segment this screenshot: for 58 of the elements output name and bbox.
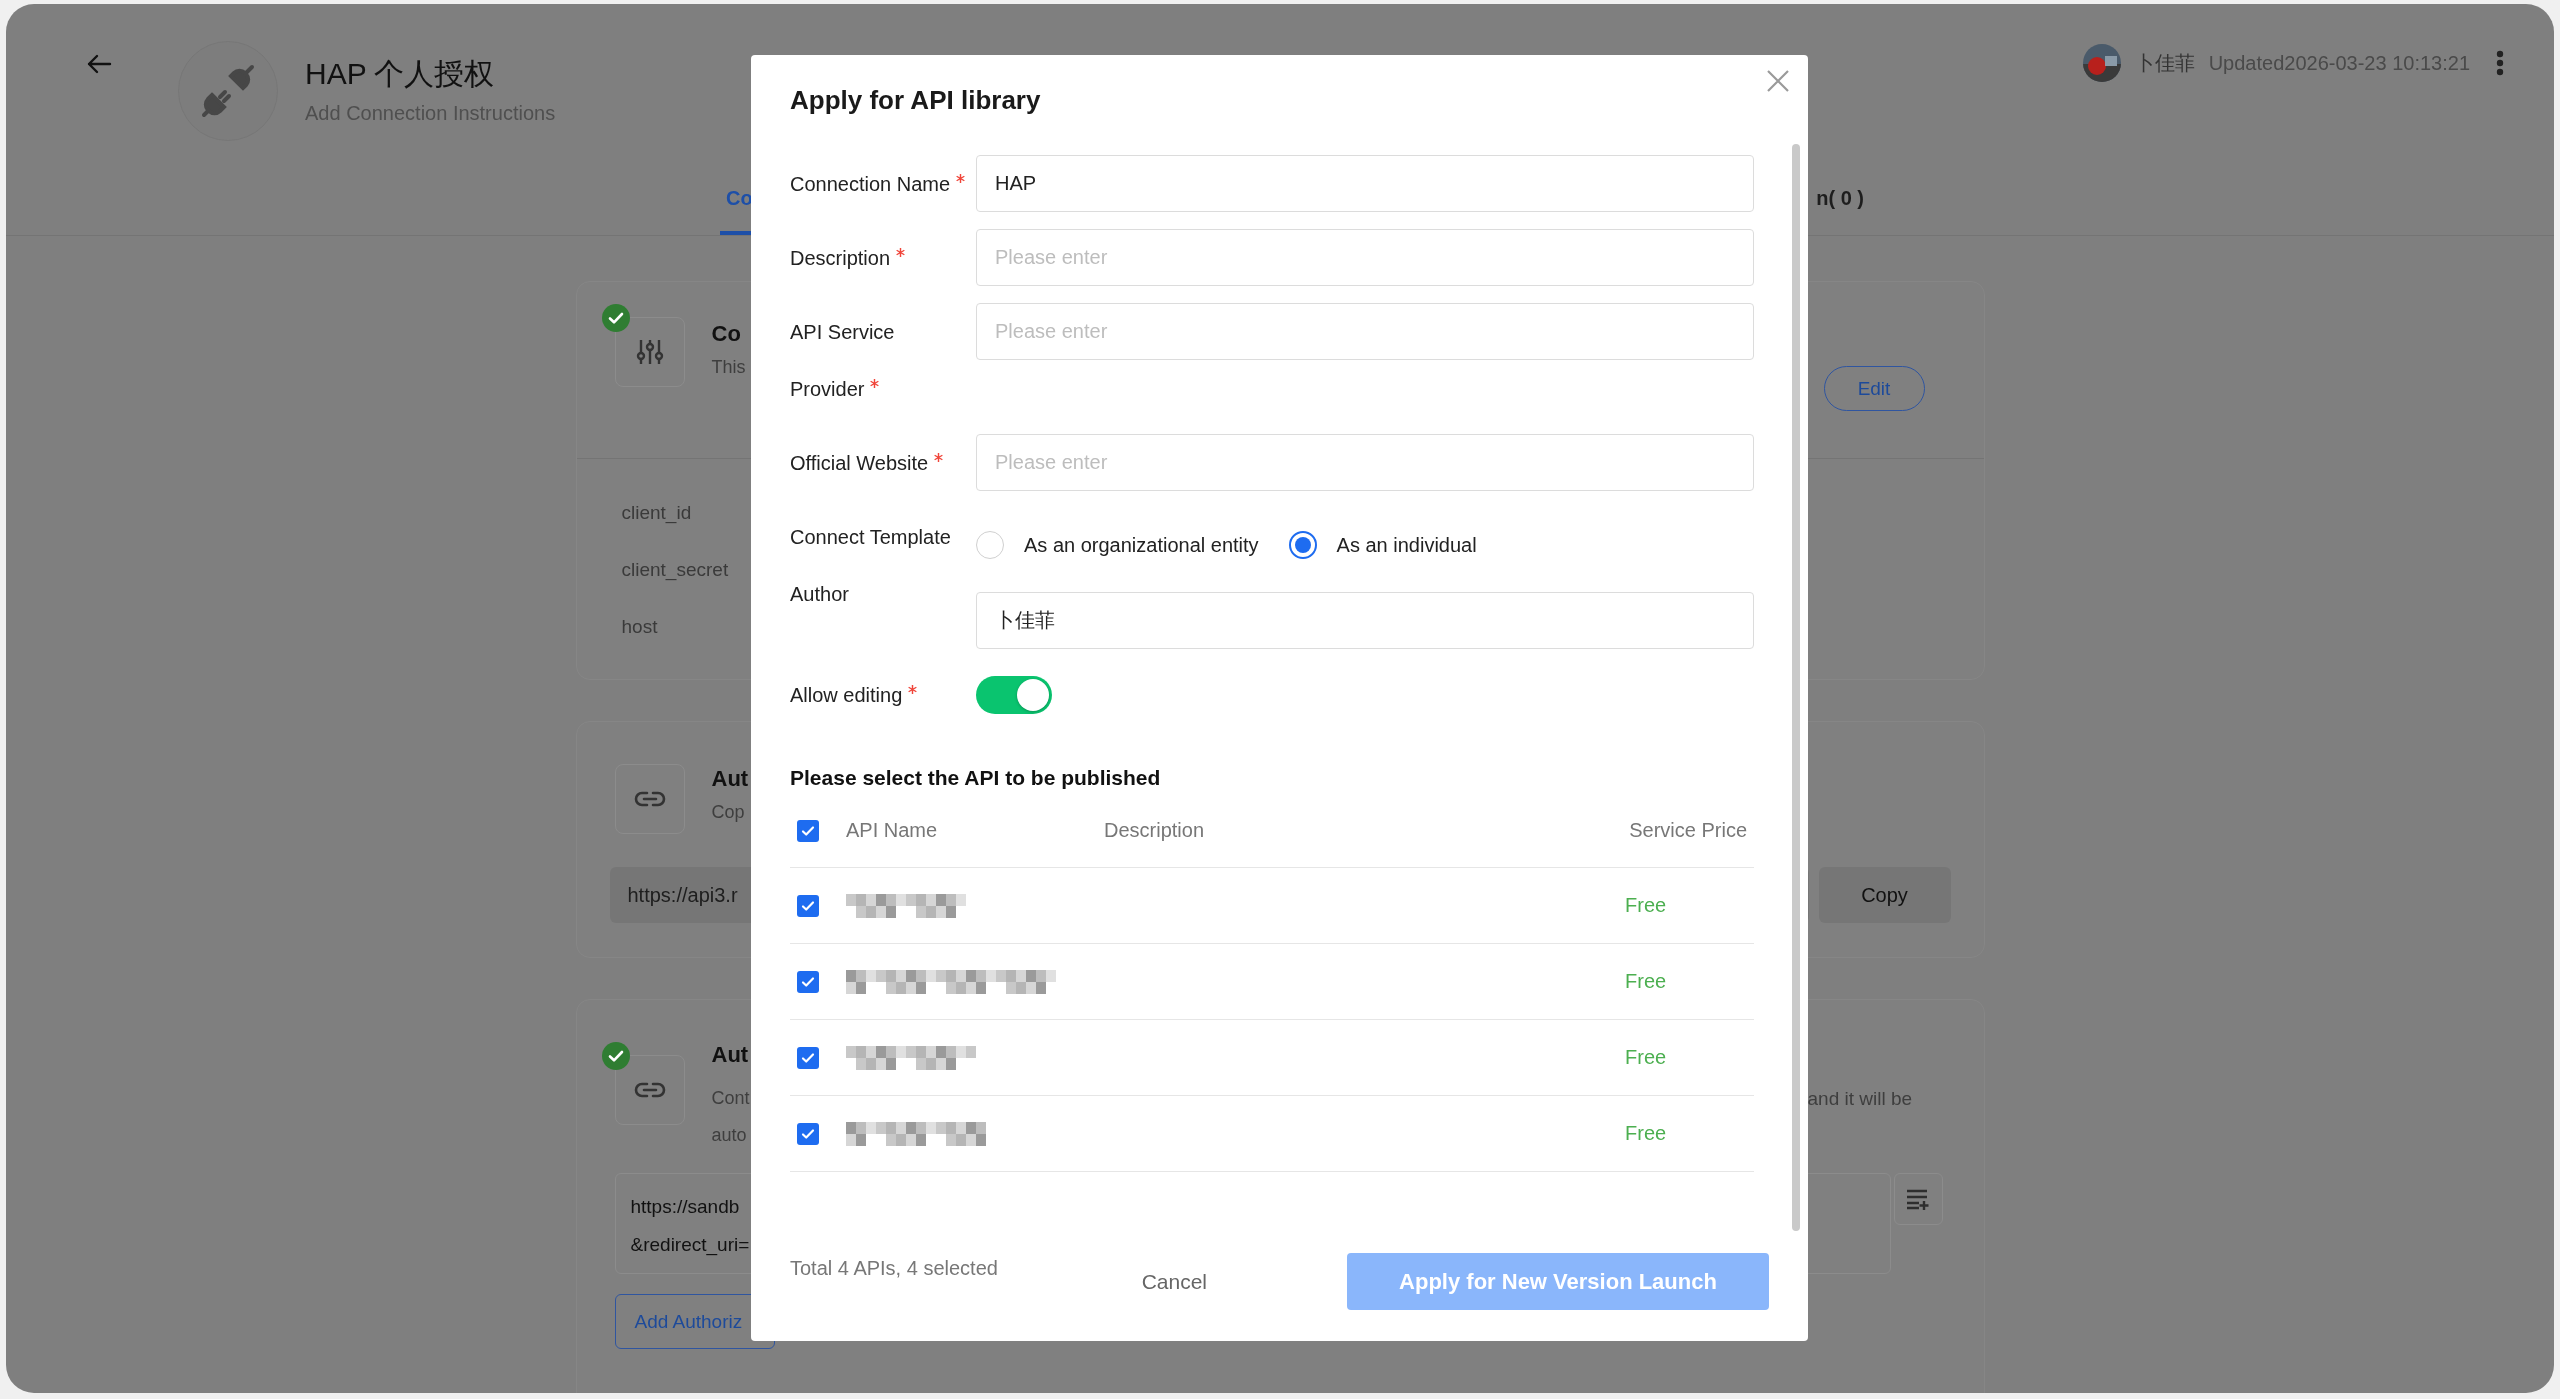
card-title: Co [711,320,741,348]
card-title: Aut [711,1041,749,1069]
card-description: Cont [711,1087,750,1110]
price-cell-text: Free [1624,1046,1668,1069]
field-label: Connection Name [790,171,951,196]
price-cell-text: Free [1624,970,1668,993]
column-header: API Name [846,819,939,842]
page-title: HAP 个人授权 [305,56,495,92]
radio-option[interactable]: As an organizational entity [976,531,1259,559]
dialog-title: Apply for API library [790,85,1042,115]
price-cell-text: Free [1624,1122,1668,1145]
text-field[interactable]: Please enter [976,434,1754,491]
radio-option[interactable]: As an individual [1288,531,1477,559]
radio-button[interactable] [1288,531,1317,559]
field-label: Connect Template [790,525,951,549]
field-label: Official Website [790,450,929,475]
sliders-icon [634,337,665,367]
user-name: 卜佳菲 [2134,50,2195,76]
avatar [2082,44,2121,82]
list-add-icon [1905,1188,1931,1210]
parameter-name: client_id [621,501,692,526]
text-field[interactable]: Please enter [976,229,1754,286]
cancel-button[interactable]: Cancel [1101,1259,1247,1304]
field-label: Allow editing [790,683,903,707]
text-field[interactable]: 卜佳菲 [976,592,1754,649]
card-description: auto [711,1124,747,1147]
card-description: Cop [711,801,745,824]
copy-button[interactable]: Copy [1818,867,1951,923]
back-button[interactable] [86,53,112,75]
column-header: Service Price [1628,819,1748,842]
parameter-name: client_secret [621,558,729,583]
text-field[interactable]: HAP [976,155,1754,212]
link-icon [633,790,666,808]
field-label: API Service [790,319,895,344]
field-label: Author [790,582,849,606]
link-icon [633,1081,666,1099]
row-checkbox[interactable] [797,894,819,917]
parameter-name: host [621,615,658,639]
row-checkbox[interactable] [797,970,819,993]
url-text: &redirect_uri= [630,1233,751,1258]
toggle-switch[interactable] [976,676,1052,714]
price-cell-text: Free [1624,894,1668,917]
text-field[interactable]: Please enter [976,303,1754,360]
url-text: https://sandb [630,1195,741,1219]
select-all-checkbox[interactable] [797,819,819,842]
scrollbar[interactable] [1792,144,1800,1231]
field-label: Description [790,245,891,270]
field-label: Provider [790,377,865,401]
card-description: and it will be [1807,1087,1914,1111]
more-menu-icon[interactable] [2496,50,2504,76]
column-header: Description [1104,819,1206,842]
card-description: This [711,356,746,379]
insert-list-button[interactable] [1893,1173,1943,1225]
selection-summary: Total 4 APIs, 4 selected [790,1256,999,1281]
section-heading: Please select the API to be published [790,765,1162,791]
row-checkbox[interactable] [797,1046,819,1069]
row-checkbox[interactable] [797,1122,819,1145]
card-title: Aut [711,765,749,793]
